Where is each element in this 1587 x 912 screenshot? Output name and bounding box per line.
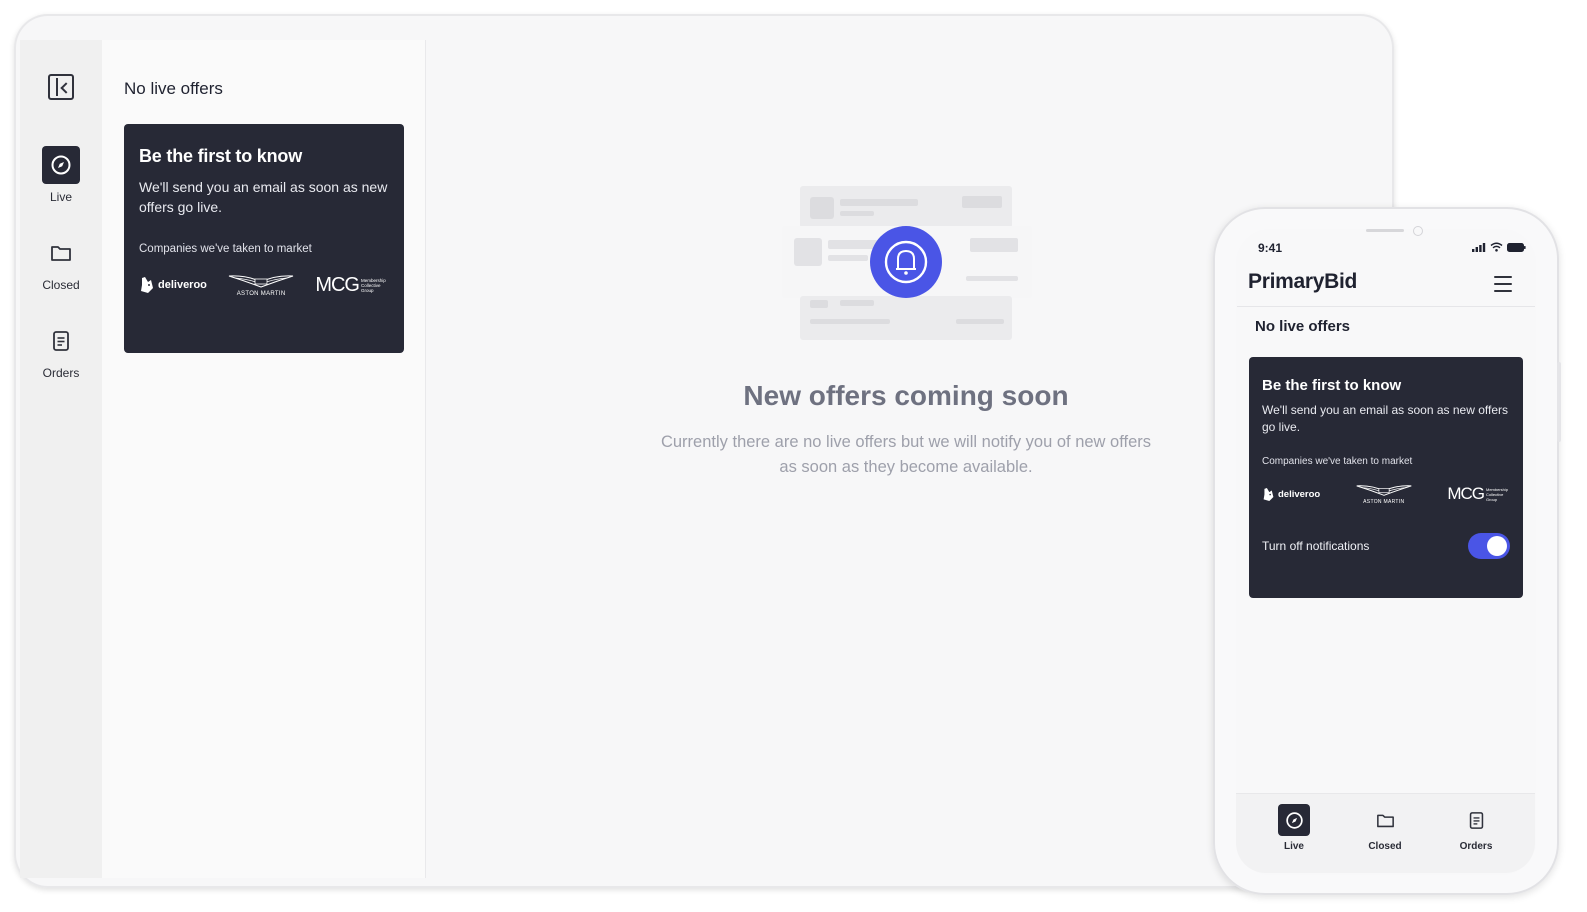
sidebar-item-orders[interactable]: Orders [26, 322, 96, 380]
tab-closed[interactable]: Closed [1355, 804, 1415, 852]
sidebar-item-label: Closed [42, 278, 80, 292]
mobile-page-title: No live offers [1255, 318, 1351, 335]
mcg-subtext: Membership Collective Group [1485, 486, 1508, 502]
hamburger-menu-icon[interactable] [1494, 276, 1512, 292]
status-icons [1472, 242, 1526, 252]
promo-body: We'll send you an email as soon as new o… [1262, 403, 1508, 434]
collapse-sidebar-icon[interactable] [48, 74, 74, 100]
promo-heading: Be the first to know [139, 146, 303, 166]
compass-icon [42, 146, 80, 184]
aston-martin-wordmark: ASTON MARTIN [236, 291, 286, 297]
sidebar-item-label: Live [49, 190, 72, 204]
promo-heading: Be the first to know [1262, 377, 1402, 394]
wifi-icon [1490, 242, 1503, 252]
tab-orders[interactable]: Orders [1446, 804, 1506, 852]
notifications-toggle[interactable] [1468, 533, 1510, 559]
folder-icon [42, 234, 80, 272]
empty-offers-illustration [782, 186, 1032, 340]
bottom-tab-bar: Live Closed Orders [1236, 793, 1535, 873]
phone-speaker [1366, 229, 1404, 232]
phone-side-button [1557, 362, 1561, 442]
mcg-logo: MCG Membership Collective Group [1447, 484, 1510, 504]
deliveroo-logo: deliveroo [1262, 487, 1320, 502]
wings-icon [1356, 485, 1412, 496]
mobile-notify-promo-card: Be the first to know We'll send you an e… [1249, 357, 1523, 598]
document-icon [42, 322, 80, 360]
deliveroo-wordmark: deliveroo [1278, 488, 1321, 500]
company-logos: deliveroo ASTON MARTIN MCG Membership Co… [1262, 483, 1510, 505]
battery-icon [1507, 242, 1526, 252]
notifications-toggle-row: Turn off notifications [1262, 533, 1510, 559]
panel-title: No live offers [124, 79, 223, 98]
aston-martin-logo: ASTON MARTIN [1355, 483, 1413, 505]
companies-label: Companies we've taken to market [1262, 456, 1413, 467]
header-divider [1237, 306, 1535, 307]
document-icon [1460, 804, 1492, 836]
kangaroo-icon [1263, 487, 1274, 501]
sidebar-item-live[interactable]: Live [26, 146, 96, 204]
deliveroo-logo: deliveroo [139, 276, 207, 294]
promo-body: We'll send you an email as soon as new o… [139, 179, 388, 215]
companies-label: Companies we've taken to market [139, 243, 312, 255]
tab-live[interactable]: Live [1264, 804, 1324, 852]
wings-icon [228, 275, 294, 288]
tab-label: Orders [1459, 841, 1493, 852]
compass-icon [1278, 804, 1310, 836]
folder-icon [1369, 804, 1401, 836]
mcg-logo: MCG Membership Collective Group [315, 274, 389, 297]
kangaroo-icon [141, 277, 153, 293]
signal-icon [1472, 242, 1486, 252]
company-logos: deliveroo ASTON MARTIN MCG Membership Co… [139, 273, 389, 297]
app-brand[interactable]: PrimaryBid [1248, 270, 1357, 294]
deliveroo-wordmark: deliveroo [158, 279, 207, 291]
tab-label: Live [1283, 841, 1304, 852]
notify-promo-card: Be the first to know We'll send you an e… [124, 124, 404, 353]
mcg-wordmark: MCG [1447, 484, 1485, 503]
mcg-subtext: Membership Collective Group [360, 277, 386, 293]
empty-state-description: Currently there are no live offers but w… [660, 433, 1152, 476]
sidebar-item-label: Orders [42, 366, 80, 380]
mcg-wordmark: MCG [315, 273, 360, 296]
toggle-label: Turn off notifications [1262, 539, 1370, 553]
status-time: 9:41 [1258, 241, 1283, 255]
sidebar-item-closed[interactable]: Closed [26, 234, 96, 292]
aston-martin-logo: ASTON MARTIN [227, 273, 295, 297]
tab-label: Closed [1368, 841, 1402, 852]
aston-martin-wordmark: ASTON MARTIN [1363, 499, 1405, 505]
phone-camera [1413, 226, 1423, 236]
